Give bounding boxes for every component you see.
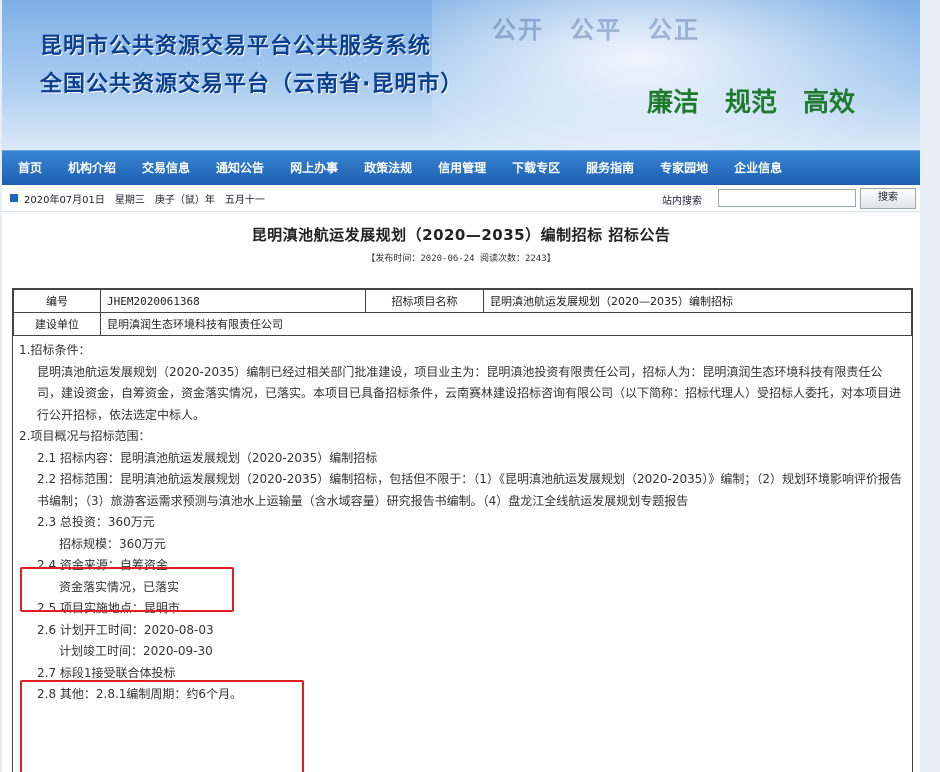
site-title: 昆明市公共资源交易平台公共服务系统	[40, 34, 432, 59]
cell-label: 招标项目名称	[365, 289, 484, 313]
paragraph: 2.4 资金来源：自筹资金	[37, 558, 168, 572]
paragraph: 2.5 项目实施地点：昆明市	[37, 601, 180, 615]
nav-org-intro[interactable]: 机构介绍	[55, 151, 129, 185]
table-row: 编号 JHEM2020061368 招标项目名称 昆明滇池航运发展规划（2020…	[13, 289, 912, 313]
nav-notices[interactable]: 通知公告	[203, 151, 277, 185]
nav-home[interactable]: 首页	[2, 151, 55, 185]
article-text: 1.招标条件： 昆明滇池航运发展规划（2020-2035）编制已经过相关部门批准建…	[13, 336, 912, 710]
article-body: 编号 JHEM2020061368 招标项目名称 昆明滇池航运发展规划（2020…	[12, 288, 913, 772]
paragraph: 资金落实情况，已落实	[59, 579, 180, 594]
cell-value: JHEM2020061368	[100, 289, 366, 313]
nav-enterprise[interactable]: 企业信息	[721, 151, 795, 185]
nav-experts[interactable]: 专家园地	[647, 151, 721, 185]
info-bar: 2020年07月01日 星期三 庚子（鼠）年 五月十一 站内搜索 搜索	[2, 185, 920, 212]
paragraph: 2.8 其他：2.8.1编制周期：约6个月。	[37, 687, 243, 701]
nav-policies[interactable]: 政策法规	[351, 151, 425, 185]
page: 昆明市公共资源交易平台公共服务系统 全国公共资源交易平台（云南省·昆明市） 公开…	[2, 0, 920, 772]
paragraph: 1.招标条件：	[19, 343, 91, 357]
article-meta: 【发布时间：2020-06-24 阅读次数：2243】	[366, 254, 556, 264]
paragraph: 2.7 标段1接受联合体投标	[37, 665, 176, 680]
paragraph: 2.1 招标内容：昆明滇池航运发展规划（2020-2035）编制招标	[37, 450, 378, 465]
site-subtitle: 全国公共资源交易平台（云南省·昆明市）	[40, 72, 464, 97]
nav-service-guide[interactable]: 服务指南	[573, 151, 647, 185]
article-title: 昆明滇池航运发展规划（2020—2035）编制招标 招标公告	[251, 226, 671, 244]
cell-value: 昆明滇池航运发展规划（2020—2035）编制招标	[483, 289, 912, 313]
info-table: 编号 JHEM2020061368 招标项目名称 昆明滇池航运发展规划（2020…	[13, 289, 912, 336]
paragraph: 2.2 招标范围：昆明滇池航运发展规划（2020-2035）编制招标，包括但不限…	[37, 472, 902, 508]
paragraph: 招标规模：360万元	[59, 536, 166, 551]
cell-label: 建设单位	[13, 312, 101, 336]
table-row: 建设单位 昆明滇润生态环境科技有限责任公司	[13, 312, 912, 336]
nav-credit[interactable]: 信用管理	[425, 151, 499, 185]
paragraph: 计划竣工时间：2020-09-30	[59, 644, 213, 658]
paragraph: 2.6 计划开工时间：2020-08-03	[37, 622, 214, 637]
current-date: 2020年07月01日 星期三 庚子（鼠）年 五月十一	[24, 194, 265, 206]
nav-trade-info[interactable]: 交易信息	[129, 151, 203, 185]
cell-value: 昆明滇润生态环境科技有限责任公司	[100, 312, 912, 336]
header-banner: 昆明市公共资源交易平台公共服务系统 全国公共资源交易平台（云南省·昆明市） 公开…	[2, 0, 920, 150]
paragraph: 2.3 总投资：360万元	[37, 515, 155, 529]
calendar-icon	[10, 194, 18, 202]
nav-downloads[interactable]: 下载专区	[499, 151, 573, 185]
paragraph: 昆明滇池航运发展规划（2020-2035）编制已经过相关部门批准建设，项目业主为…	[37, 364, 902, 422]
nav-online-services[interactable]: 网上办事	[277, 151, 351, 185]
slogan: 廉洁 规范 高效	[647, 88, 856, 118]
search-label: 站内搜索	[662, 196, 702, 207]
main-nav: 首页 机构介绍 交易信息 通知公告 网上办事 政策法规 信用管理 下载专区 服务…	[2, 150, 920, 185]
motto: 公开 公平 公正	[492, 16, 700, 44]
cell-label: 编号	[13, 289, 101, 313]
search-input[interactable]	[718, 189, 856, 207]
paragraph: 2.项目概况与招标范围：	[19, 429, 151, 443]
search-button[interactable]: 搜索	[860, 188, 916, 209]
